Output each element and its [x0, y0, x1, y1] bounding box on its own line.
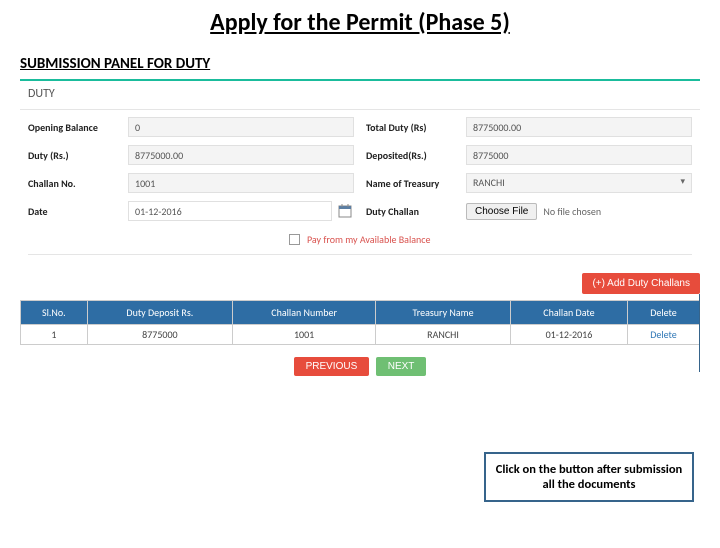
pay-from-balance-row: Pay from my Available Balance	[28, 228, 692, 255]
date-input[interactable]: 01-12-2016	[128, 201, 332, 221]
right-column: Total Duty (Rs) 8775000.00 Deposited(Rs.…	[366, 116, 692, 228]
left-column: Opening Balance 0 Duty (Rs.) 8775000.00 …	[28, 116, 354, 228]
challan-table: Sl.No. Duty Deposit Rs. Challan Number T…	[20, 300, 700, 345]
th-slno: Sl.No.	[21, 300, 88, 324]
td-challan: 1001	[233, 324, 376, 344]
choose-file-button[interactable]: Choose File	[466, 203, 537, 220]
nav-button-row: PREVIOUS NEXT	[0, 357, 720, 376]
total-duty-label: Total Duty (Rs)	[366, 121, 466, 134]
th-delete: Delete	[627, 300, 699, 324]
td-slno: 1	[21, 324, 88, 344]
duty-rs-label: Duty (Rs.)	[28, 149, 128, 162]
pay-from-balance-checkbox[interactable]	[289, 234, 300, 245]
page-title: Apply for the Permit (Phase 5)	[0, 8, 720, 37]
pay-from-balance-text: Pay from my Available Balance	[307, 233, 431, 246]
opening-balance-input[interactable]: 0	[128, 117, 354, 137]
duty-challan-label: Duty Challan	[366, 205, 466, 218]
delete-link[interactable]: Delete	[650, 328, 677, 341]
duty-panel: DUTY Opening Balance 0 Duty (Rs.) 877500…	[20, 79, 700, 255]
duty-rs-input[interactable]: 8775000.00	[128, 145, 354, 165]
form-area: Opening Balance 0 Duty (Rs.) 8775000.00 …	[20, 110, 700, 228]
deposited-input[interactable]: 8775000	[466, 145, 692, 165]
callout-connector-line	[699, 294, 700, 372]
previous-button[interactable]: PREVIOUS	[294, 357, 370, 376]
total-duty-input[interactable]: 8775000.00	[466, 117, 692, 137]
challan-no-input[interactable]: 1001	[128, 173, 354, 193]
td-treasury: RANCHI	[376, 324, 511, 344]
challan-no-label: Challan No.	[28, 177, 128, 190]
th-treasury: Treasury Name	[376, 300, 511, 324]
th-date: Challan Date	[510, 300, 627, 324]
td-deposit: 8775000	[87, 324, 232, 344]
opening-balance-label: Opening Balance	[28, 121, 128, 134]
instruction-callout: Click on the button after submission all…	[484, 452, 694, 502]
add-challan-row: (+) Add Duty Challans	[20, 273, 700, 294]
table-row: 1 8775000 1001 RANCHI 01-12-2016 Delete	[21, 324, 700, 344]
panel-header: DUTY	[20, 81, 700, 110]
next-button[interactable]: NEXT	[376, 357, 427, 376]
calendar-icon[interactable]	[336, 202, 354, 220]
deposited-label: Deposited(Rs.)	[366, 149, 466, 162]
th-challan: Challan Number	[233, 300, 376, 324]
treasury-label: Name of Treasury	[366, 177, 466, 190]
add-duty-challans-button[interactable]: (+) Add Duty Challans	[582, 273, 700, 294]
treasury-select[interactable]: RANCHI	[466, 173, 692, 193]
subtitle: SUBMISSION PANEL FOR DUTY	[20, 55, 720, 73]
th-deposit: Duty Deposit Rs.	[87, 300, 232, 324]
td-date: 01-12-2016	[510, 324, 627, 344]
file-status-text: No file chosen	[543, 205, 601, 218]
date-label: Date	[28, 205, 128, 218]
